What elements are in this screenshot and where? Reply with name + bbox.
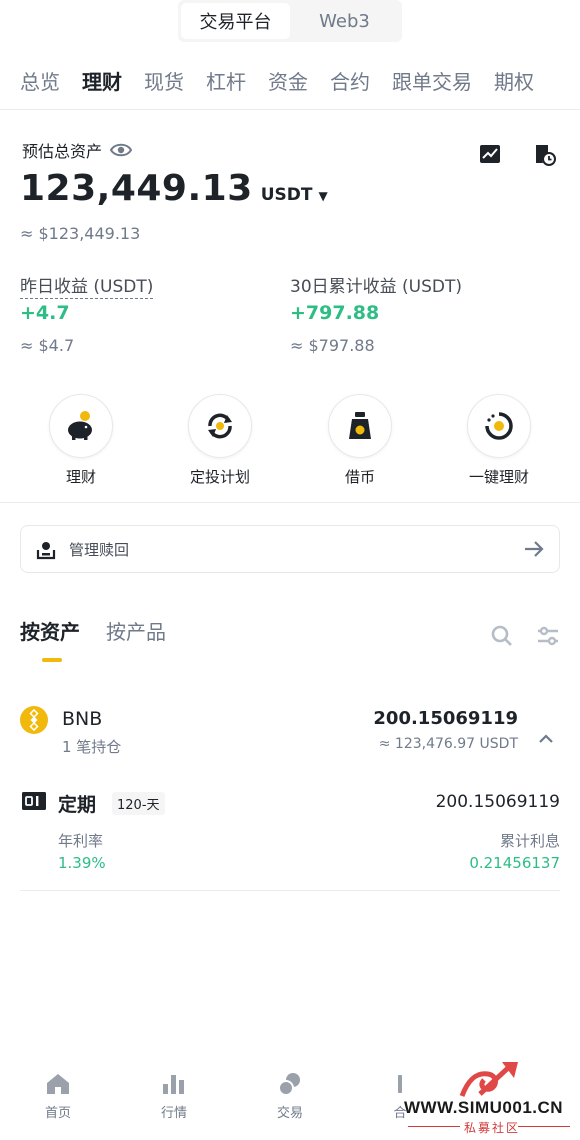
total-balance-value: 123,449.13: [20, 168, 253, 209]
platform-switch: 交易平台 Web3: [178, 0, 402, 42]
watermark-logo-icon: [459, 1062, 518, 1097]
nav-copy-trading[interactable]: 跟单交易: [392, 60, 472, 109]
one-click-earn-icon: [467, 394, 531, 458]
bottom-nav-home-label: 首页: [44, 1106, 71, 1121]
watermark-subtitle: 私募社区: [464, 1121, 521, 1135]
yesterday-earnings-label[interactable]: 昨日收益 (USDT): [20, 272, 154, 299]
chevron-up-icon[interactable]: [538, 732, 554, 744]
trade-icon: [278, 1073, 300, 1096]
coin-amount: 200.15069119: [373, 708, 518, 729]
nav-overview[interactable]: 总览: [20, 60, 60, 109]
quick-one-click-earn-label: 一键理财: [468, 468, 529, 486]
redeem-icon: [36, 542, 56, 560]
bottom-nav-trade[interactable]: 交易: [260, 1072, 320, 1121]
home-icon: [47, 1074, 69, 1094]
account-nav: 总览 理财 现货 杠杆 资金 合约 跟单交易 期权: [0, 60, 580, 110]
nav-margin[interactable]: 杠杆: [206, 60, 246, 109]
section-divider: [0, 502, 580, 503]
row-divider: [20, 890, 560, 891]
locked-product-icon: [22, 792, 46, 810]
interest-value: 0.21456137: [469, 854, 560, 872]
caret-down-icon: ▼: [318, 189, 328, 203]
manage-redemption-label: 管理赎回: [69, 540, 130, 559]
auto-invest-icon: [188, 394, 252, 458]
tab-by-product[interactable]: 按产品: [106, 616, 166, 645]
nav-funding[interactable]: 资金: [268, 60, 308, 109]
product-amount: 200.15069119: [435, 792, 560, 812]
term-badge: 120-天: [112, 792, 165, 815]
quick-earn-label: 理财: [65, 468, 96, 486]
month-earnings-value: +797.88: [290, 302, 380, 324]
loan-bag-icon: [328, 394, 392, 458]
filter-icon[interactable]: [536, 624, 560, 648]
estimated-assets-label: 预估总资产: [22, 138, 133, 162]
month-earnings-label: 30日累计收益 (USDT): [290, 277, 463, 297]
nav-spot[interactable]: 现货: [144, 60, 184, 109]
markets-icon: [163, 1075, 184, 1094]
bottom-nav-home[interactable]: 首页: [28, 1072, 88, 1121]
yesterday-earnings-value: +4.7: [20, 302, 70, 324]
product-type: 定期: [58, 794, 97, 816]
watermark-line-right: [518, 1126, 570, 1127]
tab-web3[interactable]: Web3: [290, 3, 399, 39]
quick-auto-invest-label: 定投计划: [189, 468, 250, 486]
history-icon[interactable]: [532, 142, 556, 166]
bottom-nav-markets-label: 行情: [160, 1106, 187, 1121]
month-earnings-fiat: ≈ $797.88: [290, 336, 375, 355]
apr-label: 年利率: [58, 832, 104, 850]
piggy-bank-icon: [49, 394, 113, 458]
currency-selector[interactable]: USDT ▼: [261, 185, 328, 205]
watermark-line-left: [408, 1126, 460, 1127]
search-icon[interactable]: [490, 624, 514, 648]
currency-label: USDT: [260, 185, 313, 205]
nav-futures[interactable]: 合约: [330, 60, 370, 109]
arrow-right-icon: [525, 541, 544, 557]
site-watermark: WWW.SIMU001.CN 私募社区: [400, 1060, 580, 1140]
bottom-nav-markets[interactable]: 行情: [144, 1072, 204, 1121]
quick-one-click-earn[interactable]: 一键理财: [464, 394, 534, 487]
bnb-coin-icon: [20, 706, 48, 734]
nav-earn[interactable]: 理财: [82, 60, 122, 109]
tab-exchange[interactable]: 交易平台: [181, 3, 290, 39]
quick-loan-label: 借币: [344, 468, 375, 486]
tab-by-asset[interactable]: 按资产: [20, 616, 80, 645]
eye-icon[interactable]: [110, 142, 133, 158]
total-balance: 123,449.13 USDT ▼: [20, 168, 328, 209]
coin-usd-value: ≈ 123,476.97 USDT: [378, 736, 518, 752]
positions-count: 1 笔持仓: [62, 738, 122, 756]
watermark-text: WWW.SIMU001.CN: [404, 1098, 564, 1117]
quick-earn[interactable]: 理财: [46, 394, 116, 487]
active-tab-indicator: [42, 658, 62, 662]
nav-options[interactable]: 期权: [494, 60, 534, 109]
coin-name: BNB: [62, 708, 103, 730]
total-balance-fiat: ≈ $123,449.13: [20, 224, 141, 243]
estimated-assets-text: 预估总资产: [22, 142, 103, 161]
pnl-chart-icon[interactable]: [478, 142, 502, 166]
manage-redemption-button[interactable]: 管理赎回: [20, 525, 560, 573]
quick-loan[interactable]: 借币: [325, 394, 395, 487]
yesterday-earnings-fiat: ≈ $4.7: [20, 336, 75, 355]
apr-value: 1.39%: [58, 854, 106, 872]
interest-label: 累计利息: [499, 832, 560, 850]
quick-auto-invest[interactable]: 定投计划: [185, 394, 255, 487]
bottom-nav-trade-label: 交易: [276, 1106, 303, 1121]
